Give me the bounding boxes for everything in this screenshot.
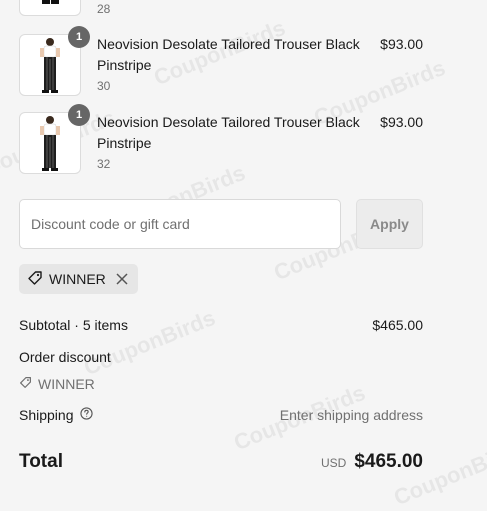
discount-code-input[interactable] xyxy=(19,199,341,249)
close-icon[interactable] xyxy=(116,273,128,285)
apply-discount-button[interactable]: Apply xyxy=(356,199,423,249)
order-discount-label: Order discount xyxy=(19,349,111,365)
quantity-badge: 1 xyxy=(68,26,90,48)
applied-code-label: WINNER xyxy=(49,271,106,287)
total-label: Total xyxy=(19,451,63,472)
shipping-label: Shipping xyxy=(19,407,74,423)
tag-icon xyxy=(27,270,43,289)
line-item: 1 Neovision Desolate Tailored Trouser Bl… xyxy=(19,104,423,176)
item-title: Neovision Desolate Tailored Trouser Blac… xyxy=(97,114,360,151)
item-title: Neovision Desolate Tailored Trouser Blac… xyxy=(97,36,360,73)
order-discount-code-label: WINNER xyxy=(38,376,95,392)
item-size: 28 xyxy=(97,2,111,16)
help-circle-icon[interactable] xyxy=(79,407,93,423)
subtotal-row: Subtotal · 5 items $465.00 xyxy=(19,317,423,333)
line-item: 1 Neovision Desolate Tailored Trouser Bl… xyxy=(19,26,423,98)
line-item: 28 xyxy=(19,0,423,18)
currency-code: USD xyxy=(320,456,347,470)
quantity-badge: 1 xyxy=(68,104,90,126)
item-price: $93.00 xyxy=(380,114,423,130)
product-thumbnail[interactable] xyxy=(19,0,81,16)
order-discount-row: Order discount xyxy=(19,349,423,365)
subtotal-label: Subtotal · 5 items xyxy=(19,317,128,333)
item-size: 32 xyxy=(97,157,111,171)
applied-discount-tag: WINNER xyxy=(19,264,138,294)
item-price: $93.00 xyxy=(380,36,423,52)
total-amount: $465.00 xyxy=(354,451,423,472)
total-amount-group: USD $465.00 xyxy=(321,451,423,473)
order-discount-code: WINNER xyxy=(19,376,95,392)
subtotal-value: $465.00 xyxy=(372,317,423,333)
item-size: 30 xyxy=(97,79,111,93)
shipping-row: Shipping Enter shipping address xyxy=(19,407,423,423)
shipping-value: Enter shipping address xyxy=(279,407,423,423)
tag-icon xyxy=(19,376,32,392)
